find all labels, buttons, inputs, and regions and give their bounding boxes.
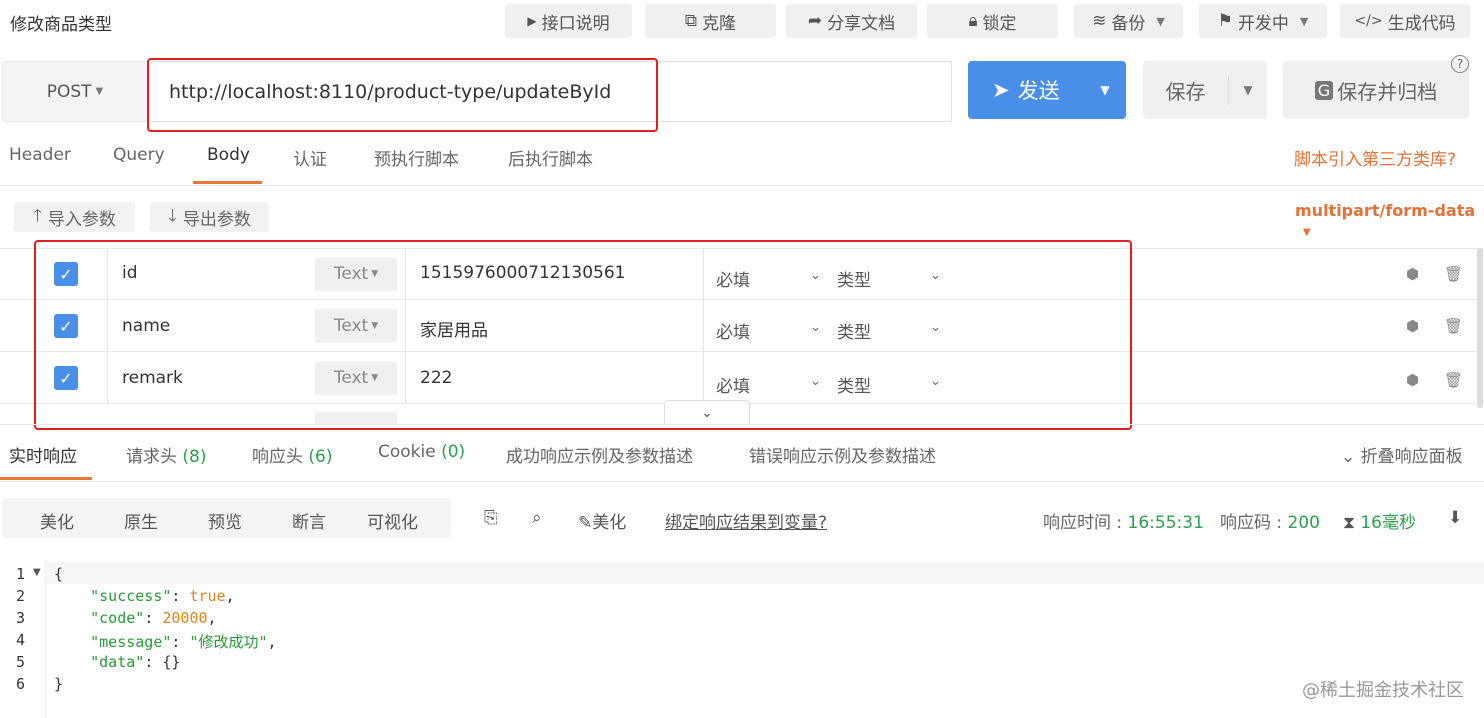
cube-icon[interactable]: ⬢ [1406, 317, 1419, 335]
tab-live-response[interactable]: 实时响应 [9, 442, 77, 467]
wand-icon: ✎ [578, 513, 593, 533]
view-raw[interactable]: 原生 [124, 508, 158, 533]
tab-auth[interactable]: 认证 [293, 145, 327, 170]
bind-response-link[interactable]: 绑定响应结果到变量? [665, 508, 827, 533]
clone-button[interactable]: ⧉ 克隆 [645, 4, 776, 38]
caret-down-icon: ▼ [1303, 227, 1311, 238]
flag-icon: ⚑ [1217, 11, 1233, 31]
tab-response-headers[interactable]: 响应头 (6) [252, 442, 333, 467]
fold-caret-icon[interactable]: ▼ [33, 567, 41, 578]
lock-icon: 🔒︎ [968, 11, 978, 31]
export-params-button[interactable]: 🡓 导出参数 [150, 202, 269, 232]
save-dropdown-caret[interactable]: ▼ [1229, 83, 1267, 97]
view-preview[interactable]: 预览 [208, 508, 242, 533]
code-line: "success": true, [90, 587, 235, 605]
active-line-highlight [46, 562, 1484, 584]
params-highlight-box [34, 240, 1132, 430]
tab-request-headers[interactable]: 请求头 (8) [126, 442, 207, 467]
help-icon[interactable]: ? [1451, 55, 1469, 73]
arrow-down-icon: 🡓 [168, 205, 177, 226]
arrow-up-icon: 🡑 [33, 205, 42, 226]
tab-header[interactable]: Header [9, 145, 71, 165]
database-icon: ≋ [1092, 11, 1107, 31]
page-title: 修改商品类型 [10, 15, 112, 35]
paper-plane-icon: ➤ [992, 78, 1010, 102]
share-icon: ➦ [807, 11, 823, 31]
tab-query[interactable]: Query [113, 145, 165, 165]
search-icon[interactable]: ⌕ [532, 508, 542, 528]
code-line: { [54, 565, 64, 583]
response-duration: ⧗ 16毫秒 [1343, 513, 1416, 533]
code-line: "code": 20000, [90, 609, 217, 627]
tab-error-example[interactable]: 错误响应示例及参数描述 [749, 442, 936, 467]
trash-icon[interactable]: 🗑︎ [1444, 371, 1463, 389]
response-code: 响应码 : 200 [1220, 513, 1320, 533]
third-party-library-link[interactable]: 脚本引入第三方类库? [1294, 145, 1456, 170]
code-line: "data": {} [90, 653, 181, 671]
caret-down-icon: ▼ [1299, 14, 1309, 28]
import-params-button[interactable]: 🡑 导入参数 [14, 202, 135, 232]
content-type-select[interactable]: multipart/form-data ▼ [1295, 201, 1484, 239]
view-visualize[interactable]: 可视化 [367, 508, 418, 533]
view-assert[interactable]: 断言 [292, 508, 326, 533]
response-time: 响应时间 : 16:55:31 [1043, 513, 1204, 533]
lock-button[interactable]: 🔒︎ 锁定 [927, 4, 1058, 38]
collapse-response-button[interactable]: ⌄ 折叠响应面板 [1341, 442, 1463, 467]
params-scrollbar[interactable] [1477, 248, 1483, 408]
beautify-button[interactable]: ✎美化 [578, 508, 626, 533]
copy-icon[interactable]: ⎘ [484, 508, 498, 528]
dev-status-dropdown[interactable]: ⚑ 开发中 ▼ [1199, 4, 1327, 38]
divider [0, 481, 1484, 482]
generate-code-button[interactable]: </> 生成代码 [1340, 4, 1470, 38]
share-doc-button[interactable]: ➦ 分享文档 [786, 4, 917, 38]
line-number: 6 [16, 675, 26, 693]
tab-success-example[interactable]: 成功响应示例及参数描述 [506, 442, 693, 467]
tab-body[interactable]: Body [207, 145, 250, 165]
line-number: 1 [16, 565, 26, 583]
cube-icon[interactable]: ⬢ [1406, 265, 1419, 283]
trash-icon[interactable]: 🗑︎ [1444, 317, 1463, 335]
download-icon[interactable]: ⬇ [1448, 508, 1462, 528]
line-number: 4 [16, 631, 26, 649]
active-tab-indicator [0, 477, 92, 480]
view-beautify[interactable]: 美化 [40, 508, 74, 533]
play-icon: ▶ [527, 14, 537, 28]
tab-pre-script[interactable]: 预执行脚本 [374, 145, 459, 170]
hourglass-icon: ⧗ [1343, 513, 1355, 533]
method-select[interactable]: POST ▼ [2, 61, 148, 122]
save-button[interactable]: 保存 ▼ [1143, 61, 1267, 119]
trash-icon[interactable]: 🗑︎ [1444, 265, 1463, 283]
cube-icon[interactable]: ⬢ [1406, 371, 1419, 389]
line-number: 5 [16, 653, 26, 671]
archive-icon: G [1314, 80, 1334, 100]
divider [0, 424, 1484, 425]
divider [0, 185, 1484, 186]
url-highlight-box [147, 58, 658, 132]
active-tab-indicator [193, 181, 262, 184]
code-line: } [54, 675, 64, 693]
double-chevron-down-icon: ⌄ [1341, 447, 1356, 467]
tab-cookie[interactable]: Cookie (0) [378, 442, 465, 462]
code-icon: </> [1354, 13, 1383, 29]
watermark: @稀土掘金技术社区 [1302, 680, 1464, 701]
caret-down-icon: ▼ [1156, 14, 1165, 28]
api-doc-button[interactable]: ▶ 接口说明 [505, 4, 632, 38]
tab-post-script[interactable]: 后执行脚本 [508, 145, 593, 170]
backup-dropdown[interactable]: ≋ 备份 ▼ [1074, 4, 1183, 38]
send-dropdown-caret[interactable]: ▼ [1084, 83, 1126, 97]
line-number: 3 [16, 609, 26, 627]
save-archive-button[interactable]: G 保存并归档 [1283, 61, 1469, 119]
line-number: 2 [16, 587, 26, 605]
copy-icon: ⧉ [684, 11, 698, 31]
caret-down-icon: ▼ [95, 86, 104, 97]
send-button[interactable]: ➤ 发送 ▼ [968, 61, 1126, 119]
code-line: "message": "修改成功", [90, 633, 277, 651]
